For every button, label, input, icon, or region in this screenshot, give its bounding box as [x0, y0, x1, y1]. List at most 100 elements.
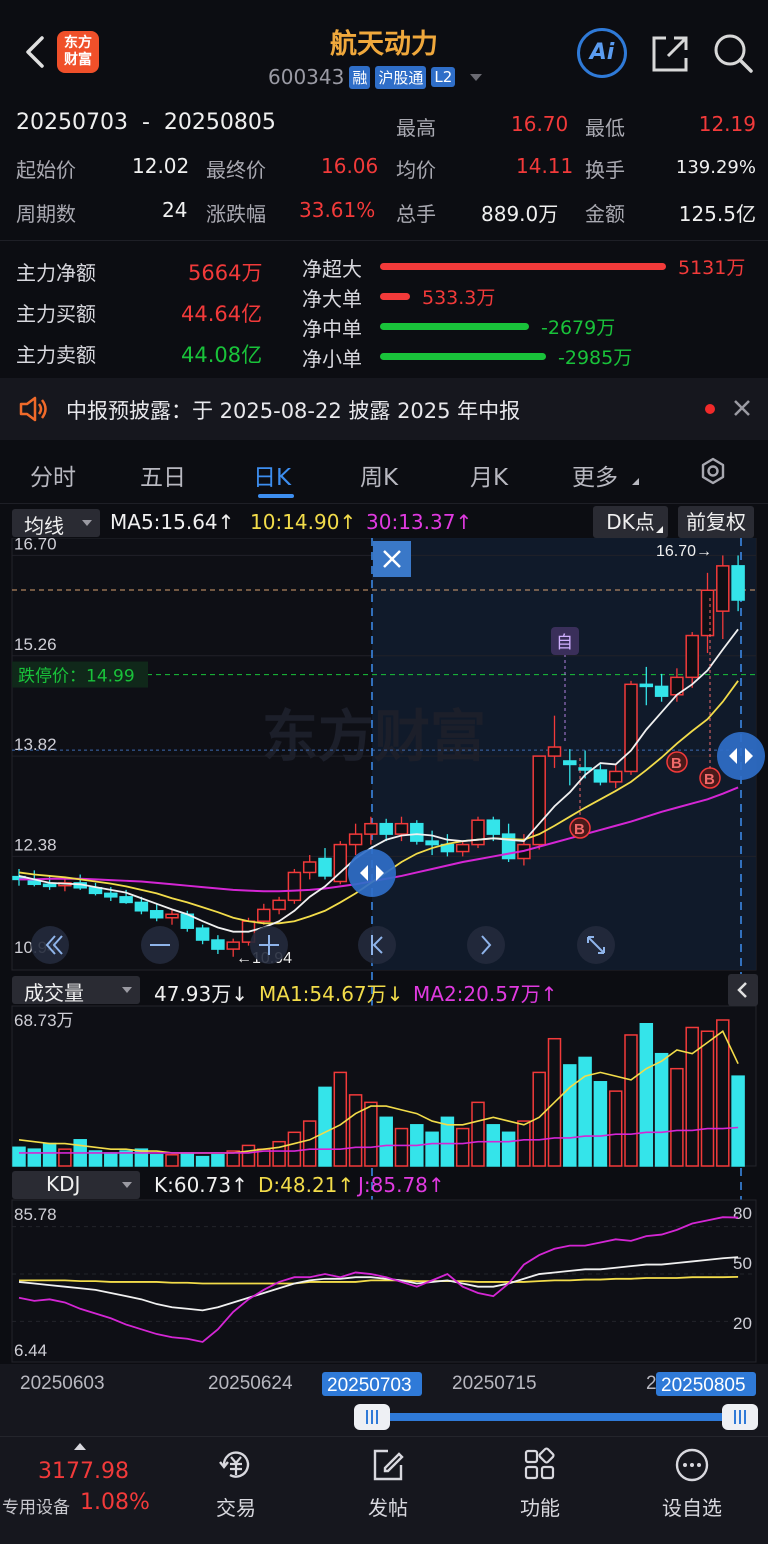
candle-body	[379, 822, 393, 835]
volume-bar	[165, 1154, 179, 1167]
candle-body	[563, 760, 577, 766]
volume-bar	[578, 1056, 592, 1167]
candle-body	[624, 683, 638, 773]
dk-point-button[interactable]: DK点	[593, 506, 668, 538]
volume-bar	[608, 1090, 623, 1167]
candle-body	[394, 822, 409, 835]
period-tabs: 分时 五日 日K 周K 月K 更多	[0, 440, 768, 504]
stock-subtitle[interactable]: 600343 融 沪股通 L2	[268, 64, 483, 90]
avg-label: 均价	[396, 158, 436, 182]
index-up-arrow-icon	[74, 1443, 86, 1450]
high-value: 16.70	[511, 112, 569, 136]
turnover-value: 139.29%	[675, 157, 756, 178]
settings-gear-icon[interactable]	[697, 456, 729, 492]
range-drag-handle	[348, 849, 396, 897]
stock-code: 600343	[268, 65, 345, 89]
periods-value: 24	[162, 198, 188, 222]
candle-body	[195, 927, 210, 941]
kdj-axis-bottom: 6.44	[14, 1341, 47, 1360]
adjust-button[interactable]: 前复权	[678, 506, 754, 538]
volume-selector[interactable]: 成交量	[12, 976, 140, 1005]
low-value: 12.19	[698, 112, 756, 136]
tab-weekly-k[interactable]: 周K	[360, 458, 398, 492]
sell-value: 44.08亿	[181, 343, 263, 367]
amount-value: 125.5亿	[678, 202, 756, 226]
tab-more[interactable]: 更多	[572, 458, 618, 492]
volume-ma2: MA2:20.57万↑	[413, 982, 558, 1006]
vol-value: 889.0万	[481, 202, 559, 226]
selected-date-label: 20250805	[661, 1375, 746, 1396]
buy-marker: B	[704, 771, 715, 788]
price-axis-label: 16.70	[14, 538, 57, 553]
function-button[interactable]: 功能	[490, 1445, 590, 1521]
price-axis-label: 15.26	[14, 635, 57, 654]
tab-daily-k[interactable]: 日K	[253, 458, 291, 492]
volume-value: 47.93万↓	[154, 982, 249, 1006]
kdj-axis-top: 85.78	[14, 1205, 57, 1224]
volume-axis-top: 68.73万	[14, 1011, 74, 1030]
kdj-selector[interactable]: KDJ	[12, 1171, 140, 1199]
volume-bar	[27, 1148, 42, 1167]
flow-label: 净中单	[302, 317, 362, 341]
chart-nav-button	[358, 926, 396, 964]
volume-bar	[731, 1075, 745, 1167]
volume-bar	[104, 1152, 118, 1167]
add-watchlist-button[interactable]: 设自选	[642, 1445, 742, 1521]
candle-body	[608, 770, 623, 783]
buy-marker: B	[574, 821, 585, 838]
self-marker: 自	[556, 633, 573, 653]
flow-value: 533.3万	[422, 287, 496, 309]
range-stats: 20250703 - 20250805 最高 16.70 最低 12.19 起始…	[0, 96, 768, 240]
tab-intraday[interactable]: 分时	[30, 458, 76, 492]
sector-label: 专用设备	[2, 1498, 70, 1518]
search-icon[interactable]	[712, 32, 754, 74]
candle-body	[731, 565, 745, 601]
candle-body	[700, 589, 715, 637]
sell-label: 主力卖额	[16, 343, 96, 367]
price-axis-label: 12.38	[14, 835, 57, 854]
function-label: 功能	[520, 1496, 560, 1520]
volume-bar	[364, 1101, 378, 1167]
amount-label: 金额	[585, 202, 625, 226]
tab-five-day[interactable]: 五日	[140, 458, 186, 492]
fund-flow-panel: 主力净额 5664万 主力买额 44.64亿 主力卖额 44.08亿 净超大 51…	[0, 240, 768, 376]
volume-bar	[654, 1052, 669, 1167]
collapse-left-button[interactable]	[728, 974, 758, 1006]
vol-label: 总手	[396, 202, 436, 226]
candle-body	[257, 908, 271, 922]
volume-bar	[149, 1154, 164, 1167]
close-icon[interactable]	[732, 398, 752, 422]
tab-monthly-k[interactable]: 月K	[470, 458, 508, 492]
volume-bar	[425, 1131, 439, 1167]
chart-nav-button	[31, 926, 69, 964]
speaker-icon	[18, 395, 48, 427]
more-dots-icon	[675, 1448, 709, 1482]
flow-value: -2985万	[558, 347, 633, 369]
indicator-selector[interactable]: 均线	[12, 509, 100, 538]
post-button[interactable]: 发帖	[338, 1445, 438, 1521]
candle-body	[226, 941, 240, 950]
volume-bar	[593, 1081, 608, 1167]
flow-value: -2679万	[541, 317, 616, 339]
candle-body	[685, 634, 699, 679]
volume-bar	[211, 1154, 225, 1167]
buy-marker: B	[671, 755, 682, 772]
candle-body	[42, 883, 57, 888]
dk-corner-icon	[656, 526, 663, 533]
add-watchlist-label: 设自选	[662, 1496, 722, 1520]
net-label: 主力净额	[16, 261, 96, 285]
candle-body	[654, 685, 669, 697]
index-value[interactable]: 3177.98	[38, 1459, 129, 1484]
volume-bar	[471, 1101, 485, 1167]
flow-bar	[380, 353, 546, 360]
buy-label: 主力买额	[16, 302, 96, 326]
flow-bar	[380, 293, 410, 300]
trade-button[interactable]: 交易	[186, 1445, 286, 1521]
candle-body	[639, 683, 654, 688]
ai-button[interactable]: Ai	[577, 28, 627, 78]
share-icon[interactable]	[650, 34, 690, 74]
low-label: 最低	[585, 116, 625, 140]
notice-bar[interactable]: 中报预披露：于 2025-08-22 披露 2025 年中报	[0, 378, 768, 440]
candle-body	[364, 822, 378, 835]
candle-body	[425, 840, 439, 846]
